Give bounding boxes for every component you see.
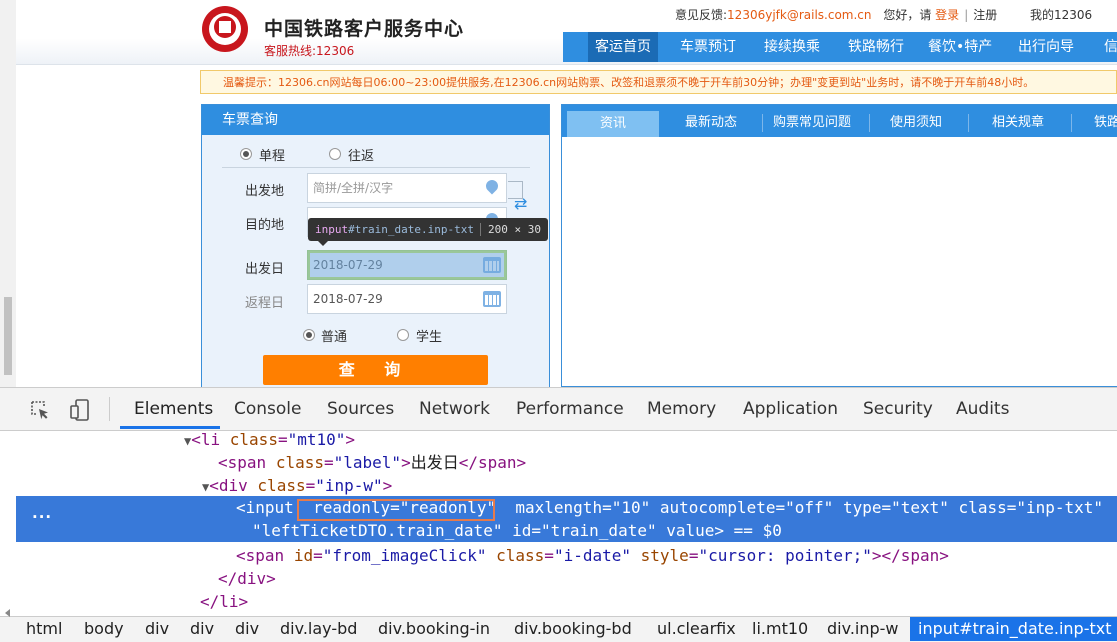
devtools-toolbar: Elements Console Sources Network Perform… — [0, 388, 1117, 431]
tab-security[interactable]: Security — [863, 388, 933, 430]
feedback-email-link[interactable]: 12306yjfk@rails.com.cn — [727, 8, 871, 22]
site-title: 中国铁路客户服务中心 — [264, 18, 465, 40]
crumb-div-booking-in[interactable]: div.booking-in — [378, 617, 490, 641]
hotline: 客服热线:12306 — [264, 44, 355, 58]
login-link[interactable]: 登录 — [935, 8, 959, 22]
separator: | — [964, 8, 969, 22]
feedback-label: 意见反馈: — [675, 8, 728, 22]
ticket-query-panel: 车票查询 — [201, 104, 550, 387]
news-tab-latest[interactable]: 最新动态 — [685, 105, 737, 137]
inspect-element-icon[interactable] — [30, 400, 50, 420]
tooltip-selector: #train_date.inp-txt — [348, 223, 474, 236]
crumb-div[interactable]: div — [190, 617, 214, 641]
crumb-div-lay-bd[interactable]: div.lay-bd — [280, 617, 357, 641]
main-nav: 客运首页 车票预订 接续换乘 铁路畅行 餐饮•特产 出行向导 信 — [563, 32, 1117, 62]
readonly-highlight-box — [297, 499, 495, 521]
from-station-input[interactable]: 简拼/全拼/汉字 — [307, 173, 507, 203]
tab-audits[interactable]: Audits — [956, 388, 1009, 430]
news-tab-faq[interactable]: 购票常见问题 — [773, 105, 851, 137]
news-tab-info[interactable]: 资讯 — [567, 111, 659, 137]
page-viewport: 中国铁路客户服务中心 客服热线:12306 意见反馈:12306yjfk@rai… — [0, 0, 1117, 387]
inspect-highlight — [307, 250, 507, 280]
news-panel: 资讯 最新动态 购票常见问题 使用须知 相关规章 铁路 — [561, 104, 1117, 387]
scroll-left-icon[interactable] — [0, 608, 16, 618]
greeting: 您好，请 — [883, 8, 932, 22]
student-ticket-label: 学生 — [416, 330, 443, 345]
my-account-link[interactable]: 我的12306 — [1030, 6, 1092, 23]
depart-date-label: 出发日 — [245, 262, 285, 277]
dom-node-span-label[interactable]: <span class="label">出发日</span> — [218, 451, 526, 474]
crumb-div-inp-w[interactable]: div.inp-w — [827, 617, 899, 641]
inspect-tooltip: input#train_date.inp-txt 200 × 30 — [308, 218, 548, 246]
tab-performance[interactable]: Performance — [516, 388, 624, 430]
return-date-input[interactable]: 2018-07-29 — [307, 284, 507, 314]
dom-node-span-image[interactable]: <span id="from_imageClick" class="i-date… — [236, 544, 949, 567]
crumb-input-train-date[interactable]: input#train_date.inp-txt — [910, 617, 1117, 641]
dom-breadcrumb: html body div div div div.lay-bd div.boo… — [0, 616, 1117, 642]
nav-item-guide[interactable]: 出行向导 — [1018, 32, 1074, 62]
crumb-div-booking-bd[interactable]: div.booking-bd — [514, 617, 632, 641]
top-links: 意见反馈:12306yjfk@rails.com.cn 您好，请 登录 | 注册 — [675, 6, 997, 23]
node-actions-ellipsis[interactable]: ... — [32, 504, 52, 522]
search-button[interactable]: 查 询 — [263, 355, 488, 385]
crumb-li-mt10[interactable]: li.mt10 — [752, 617, 808, 641]
nav-item-home[interactable]: 客运首页 — [588, 32, 658, 62]
tooltip-tag: input — [315, 223, 349, 236]
single-trip-label: 单程 — [259, 149, 286, 164]
tab-memory[interactable]: Memory — [647, 388, 716, 430]
news-tab-railway[interactable]: 铁路 — [1094, 105, 1117, 137]
round-trip-radio[interactable] — [329, 148, 341, 160]
tab-elements[interactable]: Elements — [134, 388, 213, 430]
student-ticket-radio[interactable] — [397, 329, 409, 341]
tab-console[interactable]: Console — [234, 388, 302, 430]
tab-network[interactable]: Network — [419, 388, 490, 430]
panel-title: 车票查询 — [202, 105, 549, 135]
input-node-line2: "leftTicketDTO.train_date" id="train_dat… — [252, 521, 782, 540]
nav-item-transfer[interactable]: 接续换乘 — [764, 32, 820, 62]
from-label: 出发地 — [245, 184, 285, 199]
to-label: 目的地 — [245, 218, 285, 233]
page-scrollbar[interactable] — [0, 0, 16, 387]
dom-node-li-close[interactable]: </li> — [200, 590, 248, 613]
crumb-div[interactable]: div — [235, 617, 259, 641]
scrollbar-thumb[interactable] — [4, 297, 12, 375]
devtools-panel: Elements Console Sources Network Perform… — [0, 387, 1117, 642]
news-tabs: 资讯 最新动态 购票常见问题 使用须知 相关规章 铁路 — [562, 105, 1117, 137]
crumb-div[interactable]: div — [145, 617, 169, 641]
tab-sources[interactable]: Sources — [327, 388, 394, 430]
notice-banner: 温馨提示：12306.cn网站每日06:00~23:00提供服务,在12306.… — [200, 70, 1117, 94]
selected-dom-node[interactable]: ... <input readonly="readonly" maxlength… — [16, 496, 1117, 542]
tooltip-size: 200 × 30 — [479, 223, 541, 236]
tab-application[interactable]: Application — [743, 388, 838, 430]
crumb-ul-clearfix[interactable]: ul.clearfix — [657, 617, 736, 641]
railway-logo-icon[interactable] — [202, 6, 248, 52]
dom-node-li[interactable]: ▼<li class="mt10"> — [184, 428, 355, 453]
nav-item-booking[interactable]: 车票预订 — [680, 32, 736, 62]
round-trip-label: 往返 — [348, 149, 375, 164]
news-tab-notice[interactable]: 使用须知 — [890, 105, 942, 137]
nav-item-info[interactable]: 信 — [1104, 32, 1117, 62]
nav-item-food[interactable]: 餐饮•特产 — [928, 32, 992, 62]
crumb-html[interactable]: html — [26, 617, 62, 641]
calendar-icon[interactable] — [483, 291, 501, 307]
swap-icon[interactable]: ⇄ — [514, 196, 530, 212]
normal-ticket-label: 普通 — [321, 330, 348, 345]
normal-ticket-radio[interactable] — [303, 329, 315, 341]
nav-item-railway-pass[interactable]: 铁路畅行 — [848, 32, 904, 62]
device-toolbar-icon[interactable] — [68, 398, 92, 422]
crumb-body[interactable]: body — [84, 617, 124, 641]
register-link[interactable]: 注册 — [973, 8, 997, 22]
single-trip-radio[interactable] — [240, 148, 252, 160]
dom-node-div-close[interactable]: </div> — [218, 567, 276, 590]
return-date-label: 返程日 — [245, 296, 285, 311]
news-tab-rules[interactable]: 相关规章 — [992, 105, 1044, 137]
divider — [222, 167, 530, 168]
